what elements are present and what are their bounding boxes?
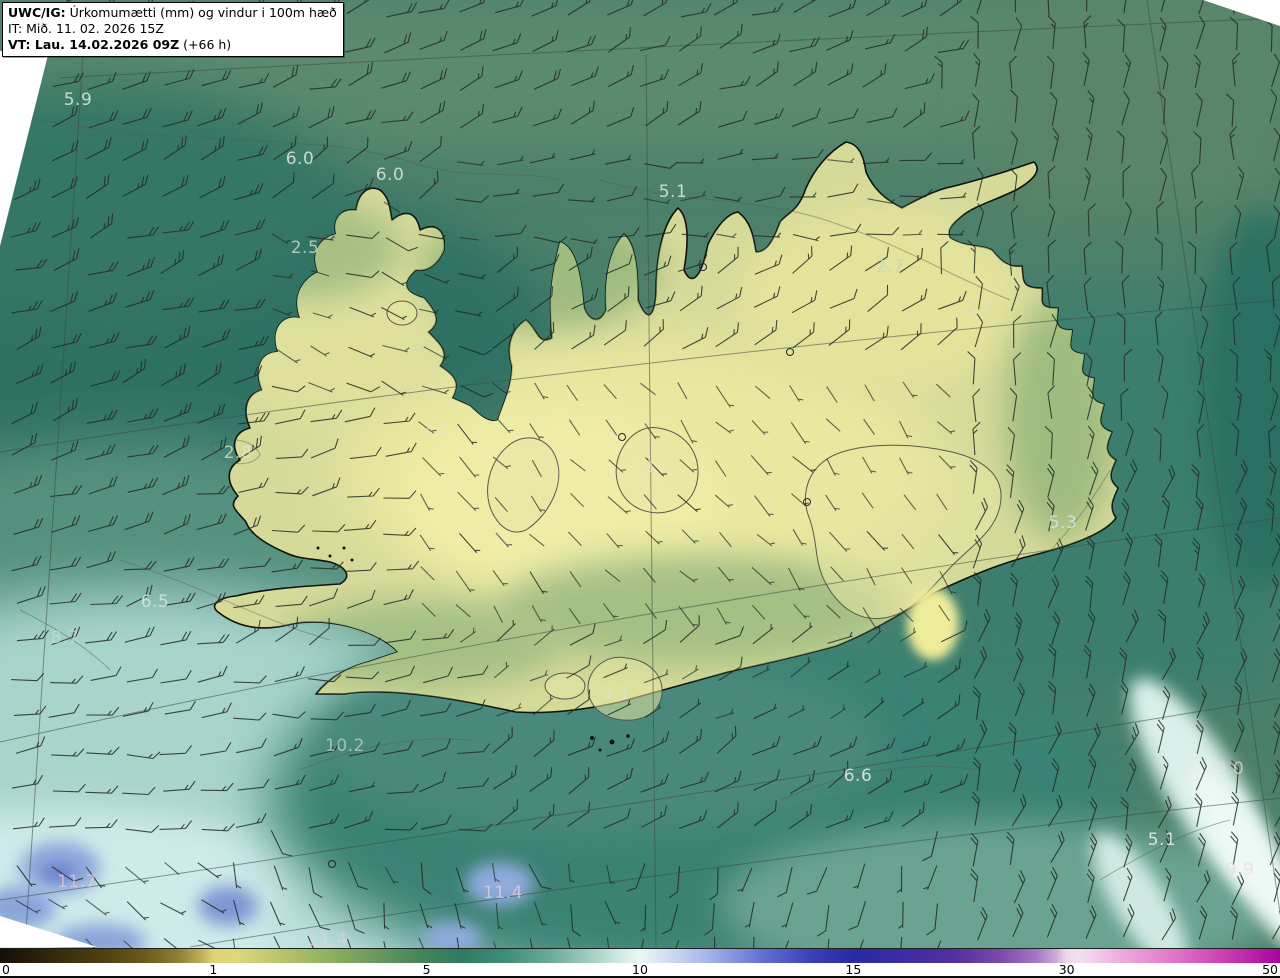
colorbar-tick: 30 [1058,962,1075,977]
product-description: Úrkomumætti (mm) og vindur i 100m hæð [69,5,337,20]
colorbar-tick: 0 [2,962,10,977]
valid-time: VT: Lau. 14.02.2026 09Z [8,37,180,52]
title-line-product: UWC/IG: Úrkomumætti (mm) og vindur i 100… [8,5,337,21]
weather-map [0,0,1280,948]
colorbar-tick: 50 [1262,962,1278,977]
product-id: UWC/IG: [8,5,66,20]
valid-offset: (+66 h) [183,37,232,52]
bright-precip-minimum-spot [907,588,959,660]
title-line-init: IT: Mið. 11. 02. 2026 15Z [8,21,164,36]
colorbar-tick: 1 [209,962,218,977]
weather-chart-page: 5.9 6.0 6.0 5.1 2.7 2.5 2.5 2.8 2.1 1.3 1.0 5.3 6.5 8… [0,0,1280,978]
title-box: UWC/IG: Úrkomumætti (mm) og vindur i 100… [2,2,344,57]
colorbar-tick: 10 [632,962,648,977]
colorbar-ticks: 0 1 5 10 15 30 50 [0,962,1280,977]
title-line-valid: VT: Lau. 14.02.2026 09Z (+66 h) [8,37,337,53]
colorbar-gradient [0,948,1280,963]
colorbar-tick: 5 [422,962,431,977]
colorbar-tick: 15 [845,962,862,977]
